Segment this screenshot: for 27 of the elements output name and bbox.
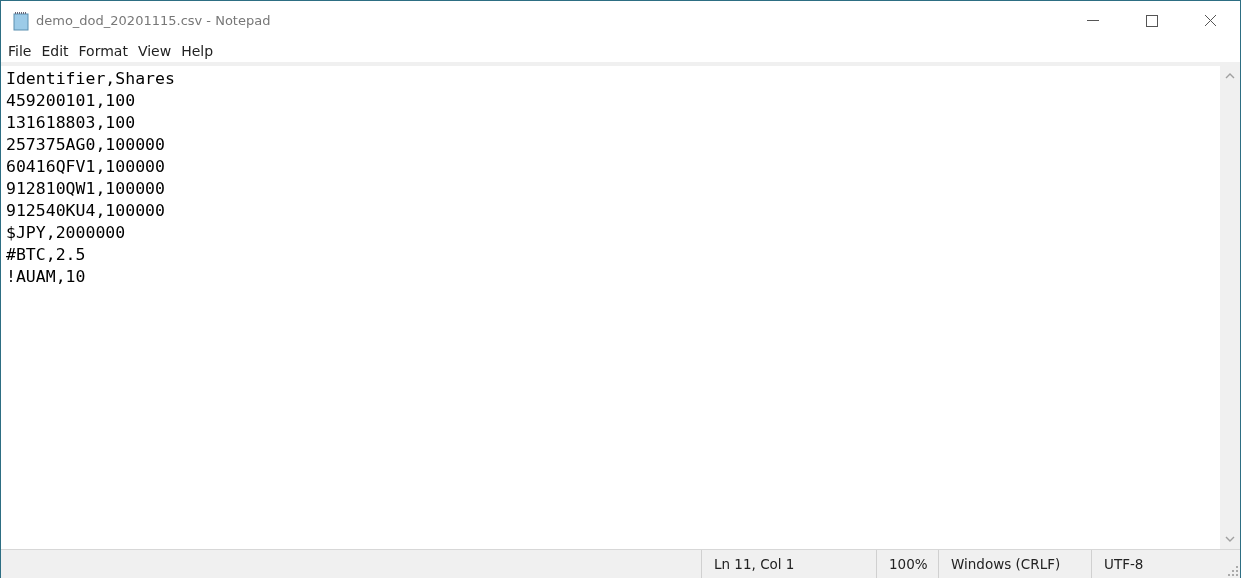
- menu-item[interactable]: Help: [176, 40, 219, 62]
- text-line: 912810QW1,100000: [6, 178, 165, 200]
- text-line: Identifier,Shares: [6, 68, 175, 90]
- cursor-position: Ln 11, Col 1: [714, 556, 795, 572]
- menu-item[interactable]: Format: [73, 40, 133, 62]
- menu-item[interactable]: View: [132, 40, 177, 62]
- text-line: 60416QFV1,100000: [6, 156, 165, 178]
- menu-item[interactable]: Edit: [36, 40, 74, 62]
- notepad-icon: [11, 10, 31, 31]
- encoding: UTF-8: [1104, 556, 1144, 572]
- text-line: 912540KU4,100000: [6, 200, 165, 222]
- window-title: demo_dod_20201115.csv - Notepad: [36, 13, 271, 28]
- text-line: 459200101,100: [6, 90, 136, 112]
- text-line: $JPY,2000000: [6, 222, 126, 244]
- zoom-level: 100%: [889, 556, 928, 572]
- text-line: 131618803,100: [6, 112, 136, 134]
- close-icon: [1204, 14, 1217, 27]
- text-line: #BTC,2.5: [6, 244, 86, 266]
- text-line: !AUAM,10: [6, 266, 86, 288]
- menu-item[interactable]: File: [3, 40, 37, 62]
- scrollbar[interactable]: [1220, 66, 1240, 549]
- minimize-icon: [1086, 19, 1099, 22]
- maximize-icon: [1145, 14, 1158, 27]
- line-ending: Windows (CRLF): [951, 556, 1061, 572]
- text-editor[interactable]: Identifier,Shares 459200101,100 131618803,100 257375AG0,100000 60416QFV1,100000 912810QW1,100000 912540KU4,100000 $JPY,2000000 #BTC,2.5 !AUAM,10: [1, 66, 1220, 549]
- resize-grip-icon[interactable]: [1228, 566, 1238, 576]
- text-line: 257375AG0,100000: [6, 134, 165, 156]
